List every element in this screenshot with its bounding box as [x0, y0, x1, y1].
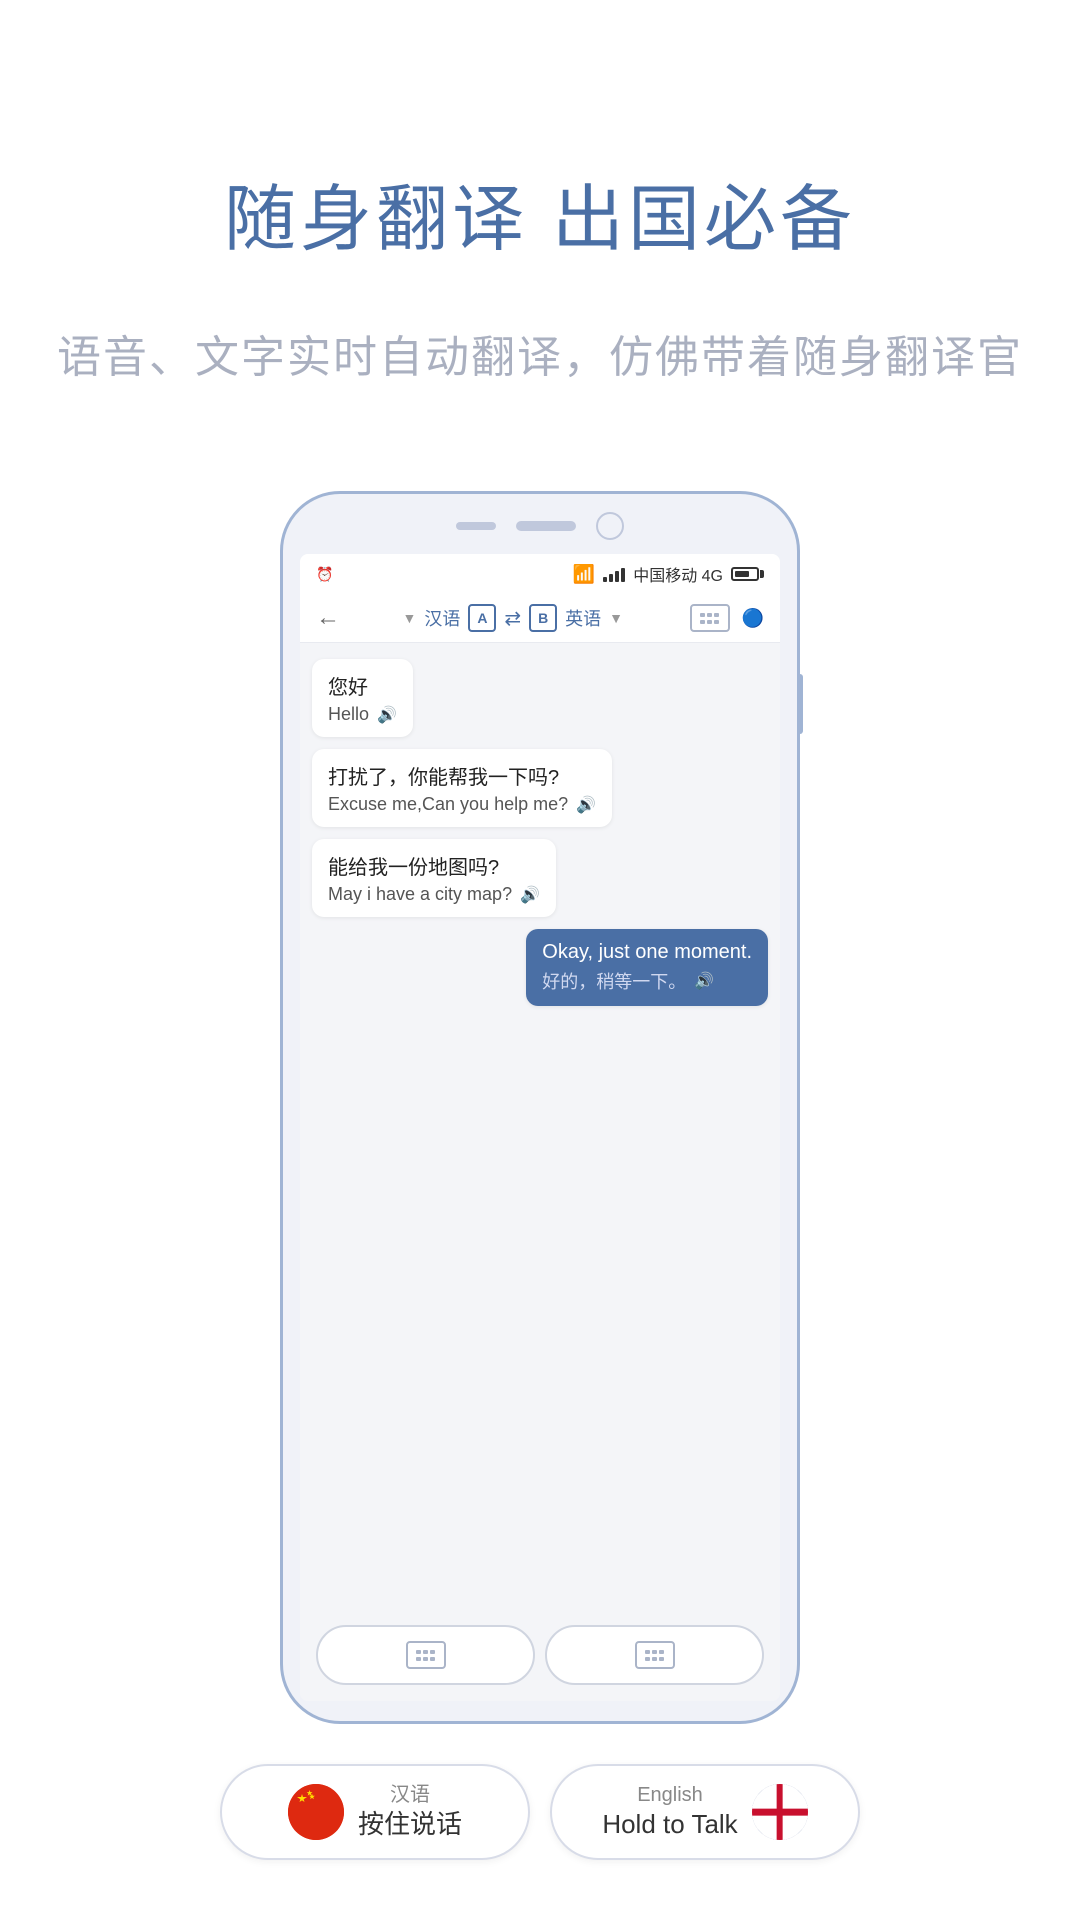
hero-section: 随身翻译 出国必备 语音、文字实时自动翻译，仿佛带着随身翻译官 [0, 0, 1080, 451]
message-1: 您好 Hello 🔊 [312, 659, 413, 737]
source-lang[interactable]: 汉语 [424, 605, 460, 631]
en-action-label: Hold to Talk [602, 1808, 737, 1842]
target-badge: B [529, 604, 557, 632]
target-lang[interactable]: 英语 [565, 605, 601, 631]
chat-area: 您好 Hello 🔊 打扰了，你能帮我一下吗? Excuse me,Can yo… [300, 643, 780, 1613]
phone-side-button [797, 674, 803, 734]
carrier-text: 中国移动 4G [633, 562, 723, 586]
cn-action-label: 按住说话 [358, 1808, 462, 1842]
phone-screen: ⏰ 📶 中国移动 4G [300, 554, 780, 1701]
phone-camera [596, 512, 624, 540]
uk-flag [752, 1784, 808, 1840]
back-button[interactable]: ← [316, 604, 340, 632]
signal-bars [603, 566, 625, 582]
keyboard-icon-right [635, 1641, 675, 1669]
phone-speaker [516, 521, 576, 531]
bottom-talk-row: 汉语 按住说话 English Hold to Talk [220, 1764, 860, 1860]
phone-sensor [456, 522, 496, 530]
wifi-icon: 📶 [573, 564, 595, 585]
signal-bar-4 [621, 568, 625, 582]
bottom-section: 汉语 按住说话 English Hold to Talk [0, 1724, 1080, 1920]
sound-icon-3[interactable]: 🔊 [520, 885, 540, 905]
signal-bar-3 [615, 571, 619, 582]
phone-top-bar [283, 494, 797, 554]
msg-1-chinese: 您好 [328, 671, 397, 700]
en-lang-label: English [637, 1782, 703, 1808]
message-2: 打扰了，你能帮我一下吗? Excuse me,Can you help me? … [312, 749, 612, 827]
en-button-text: English Hold to Talk [602, 1782, 737, 1842]
sound-icon-2[interactable]: 🔊 [576, 795, 596, 815]
hero-title: 随身翻译 出国必备 [224, 160, 856, 265]
msg-1-english: Hello 🔊 [328, 704, 397, 725]
hero-subtitle: 语音、文字实时自动翻译，仿佛带着随身翻译官 [57, 325, 1023, 391]
en-bottom-button[interactable]: English Hold to Talk [550, 1764, 860, 1860]
cn-flag [288, 1784, 344, 1840]
page-container: 随身翻译 出国必备 语音、文字实时自动翻译，仿佛带着随身翻译官 ⏰ 📶 [0, 0, 1080, 1920]
battery-icon [731, 567, 764, 581]
cn-bottom-button[interactable]: 汉语 按住说话 [220, 1764, 530, 1860]
status-bar: ⏰ 📶 中国移动 4G [300, 554, 780, 594]
sound-icon-4[interactable]: 🔊 [694, 971, 714, 991]
phone-wrapper: ⏰ 📶 中国移动 4G [0, 451, 1080, 1724]
cn-lang-label: 汉语 [390, 1782, 430, 1808]
msg-3-chinese: 能给我一份地图吗? [328, 851, 540, 880]
msg-2-chinese: 打扰了，你能帮我一下吗? [328, 761, 596, 790]
lang-selector: ▼ 汉语 A ⇄ B 英语 ▼ [403, 604, 623, 632]
app-header: ← ▼ 汉语 A ⇄ B 英语 ▼ [300, 594, 780, 643]
lang-switch-icon[interactable]: ⇄ [504, 606, 521, 631]
cn-button-text: 汉语 按住说话 [358, 1782, 462, 1842]
bluetooth-icon[interactable]: 🔵 [742, 608, 764, 629]
msg-2-english: Excuse me,Can you help me? 🔊 [328, 794, 596, 815]
cn-talk-button[interactable] [316, 1625, 535, 1685]
phone-bottom-controls [300, 1613, 780, 1701]
message-3: 能给我一份地图吗? May i have a city map? 🔊 [312, 839, 556, 917]
keyboard-icon[interactable] [690, 604, 730, 632]
signal-bar-1 [603, 577, 607, 582]
msg-4-english: Okay, just one moment. [542, 941, 752, 964]
msg-3-english: May i have a city map? 🔊 [328, 884, 540, 905]
en-talk-button[interactable] [545, 1625, 764, 1685]
header-right-icons: 🔵 [686, 604, 764, 632]
keyboard-icon-left [406, 1641, 446, 1669]
signal-bar-2 [609, 574, 613, 582]
sound-icon-1[interactable]: 🔊 [377, 705, 397, 725]
source-badge: A [468, 604, 496, 632]
phone-outer: ⏰ 📶 中国移动 4G [280, 491, 800, 1724]
msg-4-chinese: 好的，稍等一下。 🔊 [542, 968, 752, 994]
message-4: Okay, just one moment. 好的，稍等一下。 🔊 [526, 929, 768, 1006]
